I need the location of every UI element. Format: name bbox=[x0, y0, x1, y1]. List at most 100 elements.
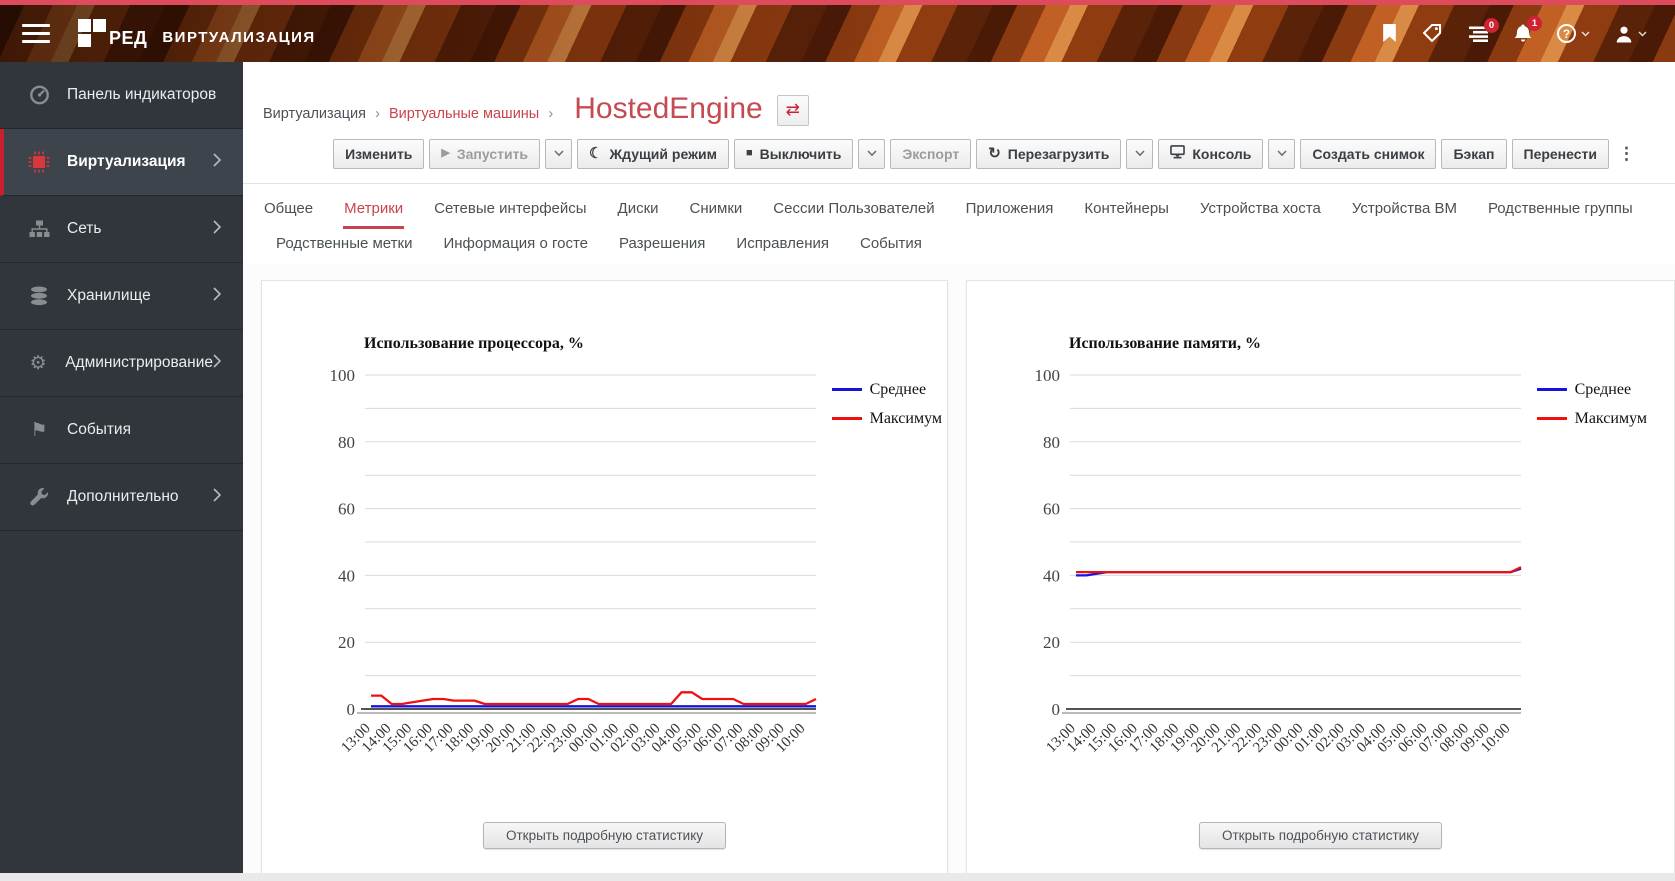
sidebar-item-virtualization[interactable]: Виртуализация bbox=[0, 129, 243, 196]
open-detailed-stats-button[interactable]: Открыть подробную статистику bbox=[1199, 821, 1442, 849]
shutdown-caret-dropdown-button[interactable] bbox=[858, 138, 886, 169]
svg-text:20: 20 bbox=[338, 633, 355, 652]
svg-text:40: 40 bbox=[338, 566, 355, 585]
run-caret-dropdown-button[interactable] bbox=[545, 138, 573, 169]
memory-usage-card: Использование памяти, % 0 20 40 60 80 100 13:0… bbox=[966, 279, 1675, 881]
tab-исправления[interactable]: Исправления bbox=[735, 231, 830, 264]
sidebar-item-administration[interactable]: ⚙ Администрирование bbox=[0, 330, 243, 397]
tabs-block: Общее Метрики Сетевые интерфейсы Диски Снимк… bbox=[243, 182, 1675, 264]
legend-label-average: Среднее bbox=[869, 380, 927, 398]
tab-контейнеры[interactable]: Контейнеры bbox=[1083, 196, 1170, 229]
tab-row-1: Общее Метрики Сетевые интерфейсы Диски Снимк… bbox=[263, 196, 1675, 229]
migrate-button[interactable]: Перенести bbox=[1511, 138, 1609, 169]
flag-icon: ⚑ bbox=[30, 419, 48, 441]
tab-родственные-метки[interactable]: Родственные метки bbox=[275, 231, 413, 264]
legend-label-maximum: Максимум bbox=[869, 409, 942, 427]
database-icon bbox=[26, 286, 52, 306]
wrench-icon bbox=[26, 487, 52, 507]
console-button[interactable]: Консоль bbox=[1158, 138, 1264, 169]
user-menu[interactable] bbox=[1615, 25, 1647, 43]
notifications-bell-icon[interactable]: 1 bbox=[1514, 16, 1542, 43]
svg-text:60: 60 bbox=[338, 499, 355, 518]
legend-label-average: Среднее bbox=[1574, 380, 1632, 398]
button-label: Перенести bbox=[1523, 145, 1598, 162]
sidebar-item-label: События bbox=[67, 421, 131, 438]
metrics-content: Использование процессора, % 0 20 40 60 80 100… bbox=[243, 263, 1675, 881]
reboot-caret-dropdown-button[interactable] bbox=[1126, 138, 1154, 169]
tab-устройства-хоста[interactable]: Устройства хоста bbox=[1199, 196, 1322, 229]
reboot-button[interactable]: ↻ Перезагрузить bbox=[976, 138, 1122, 169]
tab-снимки[interactable]: Снимки bbox=[689, 196, 744, 229]
brand-product: ВИРТУАЛИЗАЦИЯ bbox=[162, 29, 316, 46]
gauge-icon bbox=[26, 85, 52, 105]
legend-item-average: Среднее bbox=[1536, 380, 1647, 399]
breadcrumb-virtualization[interactable]: Виртуализация bbox=[263, 106, 366, 122]
suspend-button[interactable]: ☾ Ждущий режим bbox=[577, 138, 729, 169]
button-label: Запустить bbox=[456, 145, 529, 162]
tab-приложения[interactable]: Приложения bbox=[965, 196, 1055, 229]
button-label: Экспорт bbox=[902, 145, 960, 162]
cpu-chart-title: Использование процессора, % bbox=[364, 334, 584, 352]
chevron-down-icon bbox=[1135, 150, 1145, 157]
tab-информация-о-госте[interactable]: Информация о госте bbox=[442, 231, 589, 264]
sidebar-item-storage[interactable]: Хранилище bbox=[0, 263, 243, 330]
chevron-down-icon bbox=[867, 150, 877, 157]
vm-actions-toolbar: Изменить ▶ Запустить ☾ Ждущий режим ■ Выключит… bbox=[243, 129, 1675, 183]
sidebar-item-dashboard[interactable]: Панель индикаторов bbox=[0, 62, 243, 129]
console-caret-dropdown-button[interactable] bbox=[1268, 138, 1296, 169]
tab-сессии-пользователей[interactable]: Сессии Пользователей bbox=[772, 196, 935, 229]
tags-icon[interactable] bbox=[1423, 24, 1444, 43]
button-label: Перезагрузить bbox=[1007, 145, 1110, 162]
breadcrumb: Виртуализация › Виртуальные машины › Hos… bbox=[243, 62, 1675, 129]
breadcrumb-virtual-machines[interactable]: Виртуальные машины bbox=[389, 106, 539, 122]
sidebar-item-events[interactable]: ⚑ События bbox=[0, 397, 243, 464]
tab-устройства-вм[interactable]: Устройства ВМ bbox=[1351, 196, 1458, 229]
legend-label-maximum: Максимум bbox=[1574, 409, 1647, 427]
button-label: Бэкап bbox=[1453, 145, 1495, 162]
sidebar-item-label: Виртуализация bbox=[67, 153, 186, 170]
help-menu[interactable]: ? bbox=[1557, 24, 1590, 43]
backup-button[interactable]: Бэкап bbox=[1441, 138, 1507, 169]
svg-text:0: 0 bbox=[347, 700, 356, 719]
svg-text:100: 100 bbox=[1035, 366, 1061, 385]
export-button[interactable]: Экспорт bbox=[890, 138, 972, 169]
svg-text:100: 100 bbox=[330, 366, 356, 385]
create-snapshot-button[interactable]: Создать снимок bbox=[1300, 138, 1437, 169]
tab-диски[interactable]: Диски bbox=[617, 196, 660, 229]
shutdown-button[interactable]: ■ Выключить bbox=[733, 138, 854, 169]
more-actions-kebab-icon[interactable]: ⋮ bbox=[1618, 144, 1635, 164]
tab-сетевые-интерфейсы[interactable]: Сетевые интерфейсы bbox=[433, 196, 587, 229]
swap-vm-button[interactable]: ⇄ bbox=[776, 94, 809, 126]
tab-разрешения[interactable]: Разрешения bbox=[618, 231, 706, 264]
tab-события[interactable]: События bbox=[859, 231, 923, 264]
tab-метрики[interactable]: Метрики bbox=[343, 196, 405, 229]
sidebar-item-label: Администрирование bbox=[65, 354, 213, 371]
tasks-icon[interactable]: 0 bbox=[1469, 17, 1499, 42]
tasks-count-badge: 0 bbox=[1484, 17, 1499, 33]
edit-button[interactable]: Изменить bbox=[333, 138, 425, 169]
stop-icon: ■ bbox=[745, 147, 753, 159]
run-button[interactable]: ▶ Запустить bbox=[429, 138, 541, 169]
bookmark-icon[interactable] bbox=[1381, 24, 1398, 43]
tab-row-2: Родственные метки Информация о госте Разре… bbox=[263, 231, 1675, 264]
hamburger-menu-icon[interactable] bbox=[22, 19, 52, 48]
sidebar-item-label: Сеть bbox=[67, 220, 102, 237]
button-label: Изменить bbox=[345, 145, 413, 162]
breadcrumb-separator: › bbox=[548, 105, 554, 122]
button-label: Выключить bbox=[759, 145, 842, 162]
cpu-usage-card: Использование процессора, % 0 20 40 60 80 100… bbox=[261, 279, 948, 881]
sidebar-item-additional[interactable]: Дополнительно bbox=[0, 464, 243, 531]
main-content: Виртуализация › Виртуальные машины › Hos… bbox=[243, 62, 1675, 881]
open-detailed-stats-button[interactable]: Открыть подробную статистику bbox=[483, 821, 726, 849]
page-title: HostedEngine bbox=[574, 92, 763, 125]
memory-chart-legend: Среднее Максимум bbox=[1536, 380, 1647, 428]
monitor-icon bbox=[1170, 145, 1186, 162]
tab-общее[interactable]: Общее bbox=[263, 196, 314, 229]
notifications-count-badge: 1 bbox=[1527, 16, 1542, 31]
sitemap-icon bbox=[26, 220, 52, 238]
sidebar-item-network[interactable]: Сеть bbox=[0, 196, 243, 263]
maximum-line-swatch bbox=[1536, 417, 1567, 420]
chevron-right-icon bbox=[213, 219, 222, 239]
tab-родственные-группы[interactable]: Родственные группы bbox=[1487, 196, 1634, 229]
button-label: Создать снимок bbox=[1312, 145, 1425, 162]
